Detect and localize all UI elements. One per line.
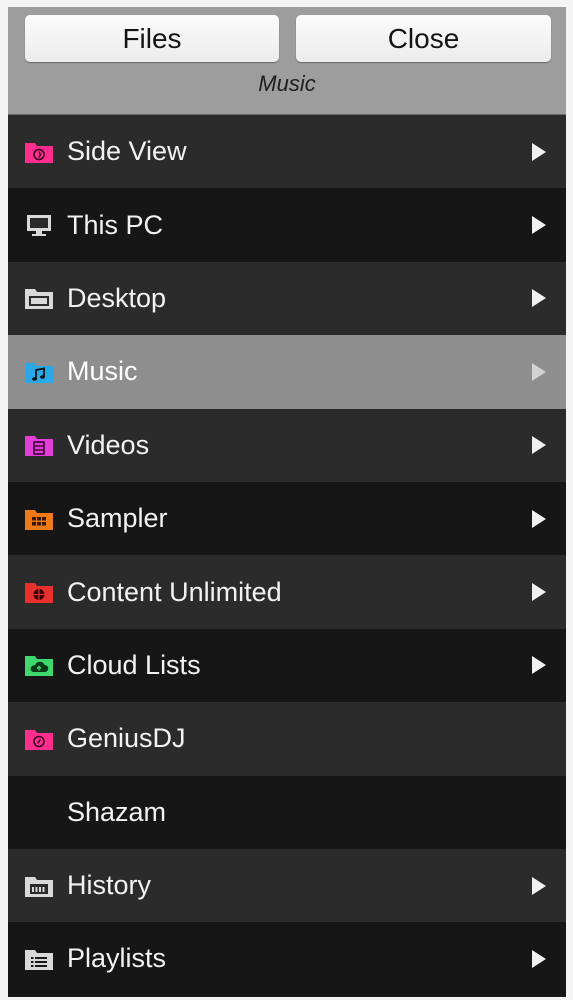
folder-item-videos[interactable]: Videos [8, 408, 566, 482]
sampler-folder-icon [24, 506, 54, 531]
folder-item-content-unlimited[interactable]: Content Unlimited [8, 555, 566, 629]
computer-icon [24, 212, 54, 237]
folder-item-label: GeniusDJ [67, 723, 186, 754]
folder-item-label: Content Unlimited [67, 576, 282, 607]
folder-item-cloud-lists[interactable]: Cloud Lists [8, 628, 566, 703]
folder-item-label: Shazam [67, 796, 167, 827]
folder-item-history[interactable]: History [8, 848, 566, 923]
folder-item-label: Cloud Lists [67, 649, 201, 680]
disclosure-arrow-icon [532, 436, 546, 455]
disclosure-arrow-icon [532, 216, 546, 235]
folder-item-shazam[interactable]: Shazam [8, 775, 566, 849]
music-folder-icon [24, 359, 54, 384]
folder-item-label: Side View [67, 136, 187, 167]
files-button[interactable]: Files [25, 15, 279, 62]
disclosure-arrow-icon [532, 289, 546, 308]
folder-item-geniusdj[interactable]: GeniusDJ [8, 702, 566, 776]
file-browser-panel: Files Close Music Side View This PC Desk… [8, 7, 566, 997]
folder-item-side-view[interactable]: Side View [8, 115, 566, 189]
folder-list: Side View This PC Desktop Music Videos S… [8, 115, 566, 996]
folder-item-label: Music [67, 356, 138, 387]
folder-item-sampler[interactable]: Sampler [8, 481, 566, 556]
folder-item-label: Playlists [67, 943, 167, 974]
folder-item-playlists[interactable]: Playlists [8, 922, 566, 996]
folder-item-label: Videos [67, 429, 150, 460]
folder-item-label: Desktop [67, 282, 167, 313]
header-bar: Files Close Music [8, 7, 566, 115]
disclosure-arrow-icon [532, 656, 546, 675]
close-button[interactable]: Close [296, 15, 551, 62]
sideview-folder-icon [24, 139, 54, 164]
disclosure-arrow-icon [532, 876, 546, 895]
current-folder-title: Music [258, 71, 316, 96]
content-unlimited-folder-icon [24, 579, 54, 604]
disclosure-arrow-icon [532, 583, 546, 602]
disclosure-arrow-icon [532, 509, 546, 528]
folder-item-label: History [67, 870, 152, 901]
cloud-lists-folder-icon [24, 652, 54, 677]
desktop-folder-icon [24, 285, 54, 310]
folder-item-music[interactable]: Music [8, 335, 566, 409]
folder-item-label: This PC [67, 209, 164, 240]
folder-item-label: Sampler [67, 503, 168, 534]
geniusdj-folder-icon [24, 726, 54, 751]
history-folder-icon [24, 873, 54, 898]
folder-item-desktop[interactable]: Desktop [8, 261, 566, 336]
videos-folder-icon [24, 432, 54, 457]
disclosure-arrow-icon [532, 949, 546, 968]
folder-item-this-pc[interactable]: This PC [8, 188, 566, 262]
disclosure-arrow-icon [532, 142, 546, 161]
playlists-folder-icon [24, 946, 54, 971]
disclosure-arrow-icon [532, 362, 546, 381]
